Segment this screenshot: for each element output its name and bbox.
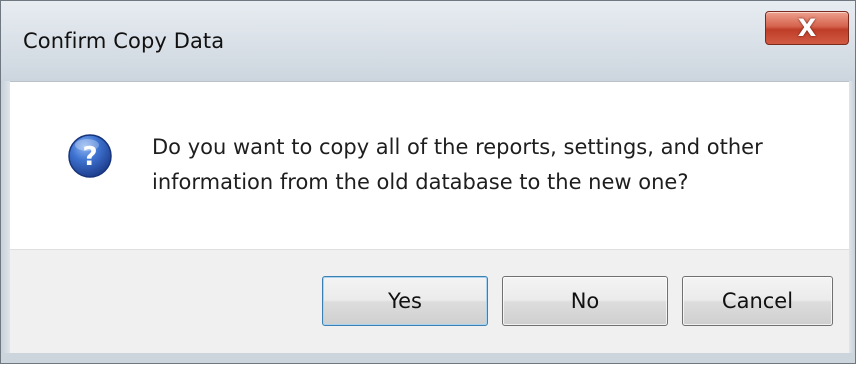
left-window-frame (1, 81, 10, 353)
dialog-title: Confirm Copy Data (23, 29, 225, 53)
cancel-button[interactable]: Cancel (682, 276, 833, 326)
no-button[interactable]: No (502, 276, 668, 326)
close-icon: X (797, 14, 817, 42)
confirmation-message: Do you want to copy all of the reports, … (152, 135, 763, 194)
close-button[interactable]: X (765, 11, 849, 45)
question-icon: ? (68, 134, 112, 178)
bottom-window-frame (1, 353, 855, 363)
question-mark-glyph: ? (82, 142, 97, 172)
yes-button[interactable]: Yes (322, 276, 488, 326)
button-bar: Yes No Cancel (10, 249, 849, 353)
message-area: ? Do you want to copy all of the reports… (10, 81, 849, 249)
dialog-window: Confirm Copy Data X ? Do you want to cop… (0, 0, 856, 364)
title-bar[interactable]: Confirm Copy Data X (1, 1, 855, 81)
right-window-frame (849, 81, 855, 353)
